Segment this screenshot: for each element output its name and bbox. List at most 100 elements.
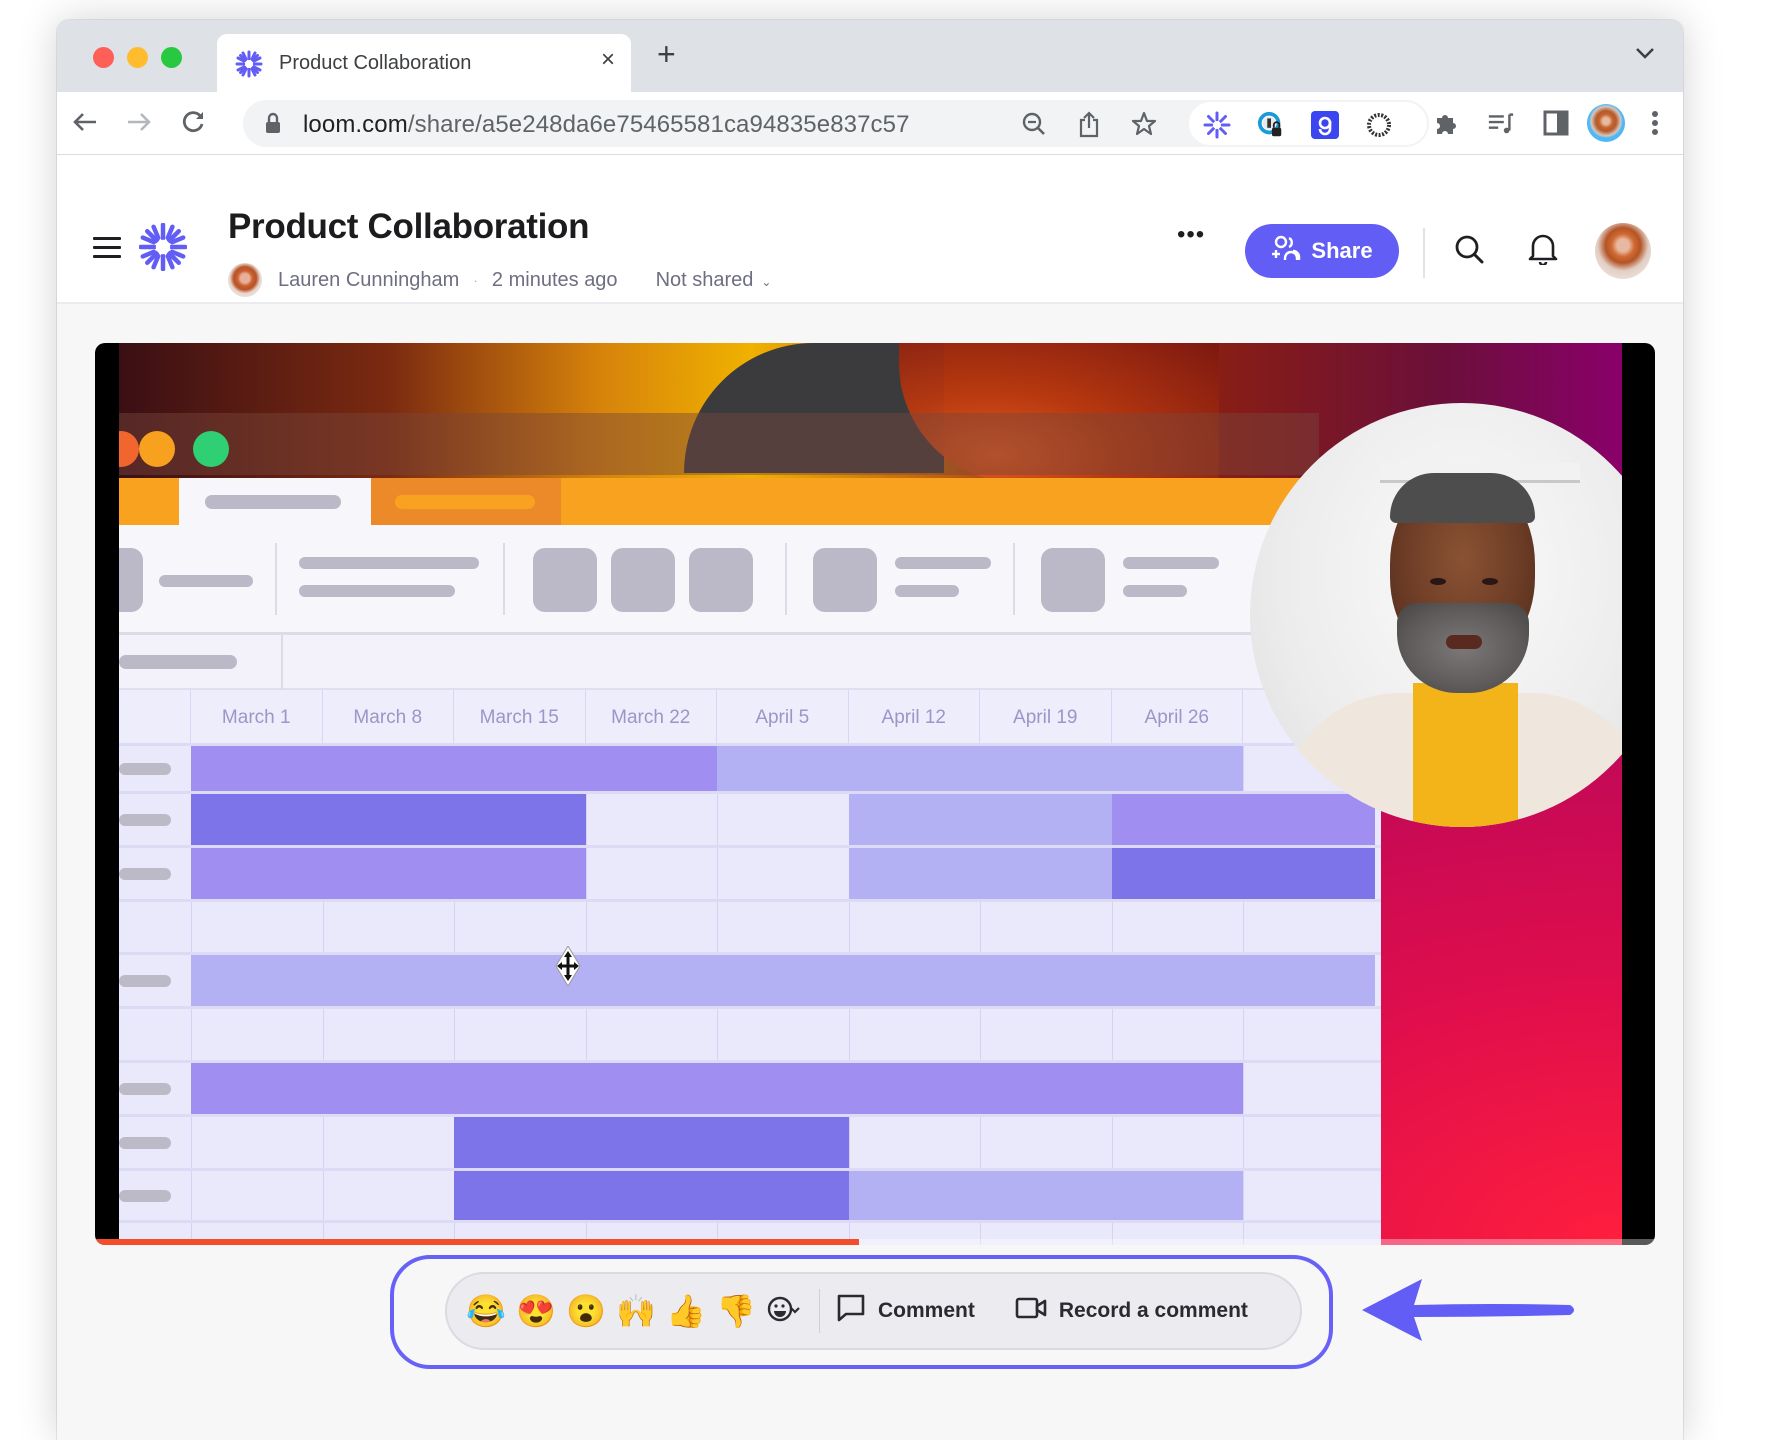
- back-icon[interactable]: [67, 104, 103, 140]
- sun-extension-icon[interactable]: [1365, 111, 1393, 139]
- gantt-column-header: March 22: [585, 690, 717, 745]
- presenter-eye: [1430, 578, 1446, 585]
- gantt-gridline: [119, 1006, 1381, 1009]
- author-name[interactable]: Lauren Cunningham: [278, 269, 459, 292]
- gantt-column-header: April 19: [980, 690, 1112, 745]
- gantt-chart: March 1 March 8 March 15 March 22 April 5 Apr…: [119, 690, 1381, 1245]
- toolbar-divider: [785, 543, 787, 615]
- browser-window: Product Collaboration × + loom.com/share…: [57, 20, 1683, 1440]
- gantt-row-label: [119, 763, 171, 775]
- user-avatar[interactable]: [1595, 223, 1651, 279]
- gantt-task-bar: [717, 746, 1243, 791]
- tab-search-chevron-icon[interactable]: [1635, 46, 1655, 64]
- extensions-group: [1187, 100, 1429, 147]
- gantt-gridline: [119, 1220, 1381, 1223]
- zoom-out-icon[interactable]: [1020, 110, 1048, 138]
- gantt-task-bar: [191, 794, 586, 845]
- gantt-column-header: March 8: [322, 690, 454, 745]
- emoji-thumbs-down[interactable]: 👎: [711, 1295, 761, 1327]
- toolbar-divider: [503, 543, 505, 615]
- toolbar-block: [611, 548, 675, 612]
- emoji-tears-of-joy[interactable]: 😂: [461, 1295, 511, 1327]
- tab-title: Product Collaboration: [279, 52, 472, 74]
- emoji-thumbs-up[interactable]: 👍: [661, 1295, 711, 1327]
- toolbar-line: [159, 575, 253, 587]
- recorded-maximize-light: [193, 431, 229, 467]
- forward-icon[interactable]: [121, 104, 157, 140]
- emoji-reactions: 😂 😍 😮 🙌 👍 👎: [461, 1295, 761, 1327]
- add-emoji-reaction-icon[interactable]: [761, 1294, 805, 1329]
- comment-button[interactable]: Comment: [836, 1293, 975, 1329]
- presenter-hair: [1390, 473, 1535, 523]
- video-meta: Lauren Cunningham · 2 minutes ago Not sh…: [228, 262, 771, 298]
- sharing-status-dropdown[interactable]: Not shared ⌄: [656, 269, 772, 292]
- url-text: loom.com/share/a5e248da6e75465581ca94835…: [303, 111, 910, 139]
- toolbar-line: [299, 557, 479, 569]
- chevron-down-icon: ⌄: [761, 274, 772, 289]
- new-tab-button[interactable]: +: [657, 38, 676, 70]
- emoji-surprised[interactable]: 😮: [561, 1295, 611, 1327]
- gantt-column-header: March 15: [454, 690, 586, 745]
- meta-separator: ·: [473, 272, 478, 288]
- video-title[interactable]: Product Collaboration: [228, 207, 590, 247]
- recorded-active-tab: [179, 478, 371, 525]
- loom-header: Product Collaboration Lauren Cunningham …: [57, 155, 1683, 304]
- reaction-divider: [819, 1289, 820, 1333]
- profile-avatar[interactable]: [1587, 104, 1625, 142]
- minimize-window-button[interactable]: [127, 47, 148, 68]
- lock-icon[interactable]: [265, 112, 281, 139]
- gantt-task-bar: [191, 955, 1375, 1006]
- notifications-bell-icon[interactable]: [1527, 231, 1559, 270]
- more-options-button[interactable]: •••: [1177, 221, 1205, 249]
- reload-icon[interactable]: [175, 104, 211, 140]
- extensions-puzzle-icon[interactable]: [1432, 109, 1460, 137]
- video-camera-icon: [1015, 1296, 1047, 1326]
- toolbar-block: [689, 548, 753, 612]
- loom-logo-icon[interactable]: [138, 222, 188, 276]
- emoji-heart-eyes[interactable]: 😍: [511, 1295, 561, 1327]
- hamburger-menu-icon[interactable]: [93, 237, 121, 259]
- recorded-app-titlebar: [119, 413, 1319, 475]
- password-manager-extension-icon[interactable]: [1257, 111, 1285, 139]
- presenter-shirt: [1413, 683, 1518, 827]
- browser-menu-icon[interactable]: [1641, 109, 1669, 137]
- toolbar-divider: [275, 543, 277, 615]
- media-controls-icon[interactable]: [1487, 109, 1515, 137]
- emoji-raised-hands[interactable]: 🙌: [611, 1295, 661, 1327]
- tab-product-collaboration[interactable]: Product Collaboration ×: [217, 34, 631, 92]
- browser-toolbar: loom.com/share/a5e248da6e75465581ca94835…: [57, 92, 1683, 155]
- header-divider: [1423, 228, 1425, 278]
- recorded-formula-bar: [119, 635, 1319, 690]
- move-cursor-icon: [552, 945, 584, 991]
- add-people-icon: [1271, 234, 1301, 268]
- url-path: /share/a5e248da6e75465581ca94835e837c57: [407, 111, 910, 138]
- video-progress-fill: [95, 1239, 860, 1245]
- tab-close-button[interactable]: ×: [601, 48, 615, 72]
- timestamp: 2 minutes ago: [491, 268, 618, 291]
- close-window-button[interactable]: [93, 47, 114, 68]
- toolbar-block: [1041, 548, 1105, 612]
- grammarly-extension-icon[interactable]: [1311, 111, 1339, 139]
- toolbar-block: [533, 548, 597, 612]
- presenter-mouth: [1446, 635, 1482, 649]
- toolbar-line: [895, 585, 959, 597]
- gantt-task-bar: [1111, 848, 1375, 899]
- share-button[interactable]: Share: [1245, 224, 1399, 278]
- address-bar[interactable]: loom.com/share/a5e248da6e75465581ca94835…: [243, 100, 1228, 147]
- search-icon[interactable]: [1453, 233, 1485, 270]
- recorded-minimize-light: [139, 431, 175, 467]
- side-panel-icon[interactable]: [1542, 109, 1570, 137]
- share-icon[interactable]: [1075, 110, 1103, 138]
- reaction-bar: 😂 😍 😮 🙌 👍 👎 Comment Record a comment: [445, 1272, 1302, 1350]
- gantt-row-label: [119, 975, 171, 987]
- video-player[interactable]: March 1 March 8 March 15 March 22 April 5 Apr…: [95, 343, 1655, 1245]
- maximize-window-button[interactable]: [161, 47, 182, 68]
- video-frame: March 1 March 8 March 15 March 22 April 5 Apr…: [119, 343, 1622, 1245]
- loom-extension-icon[interactable]: [1203, 111, 1231, 139]
- toolbar-line: [1123, 585, 1187, 597]
- video-progress-bar[interactable]: [95, 1239, 1655, 1245]
- bookmark-star-icon[interactable]: [1130, 110, 1158, 138]
- record-comment-button[interactable]: Record a comment: [1015, 1296, 1248, 1326]
- gantt-task-bar: [848, 1171, 1243, 1220]
- author-avatar[interactable]: [228, 263, 262, 297]
